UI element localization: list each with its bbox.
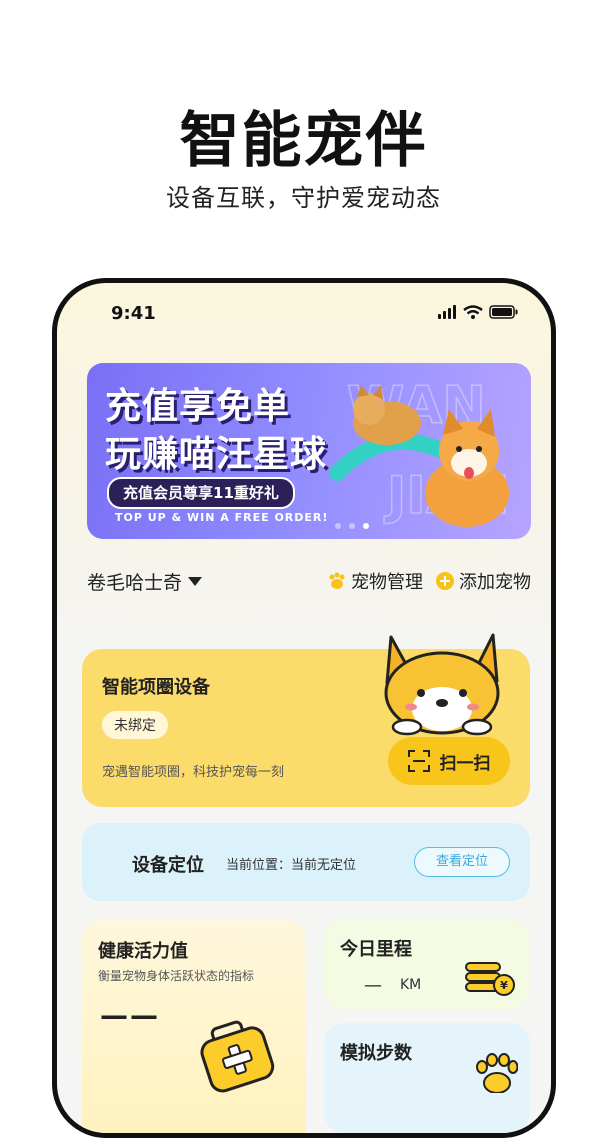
banner-headline-1: 充值享免单 [105,386,291,427]
mileage-unit: KM [400,977,422,993]
simulated-steps-card[interactable]: 模拟步数 [324,1023,530,1133]
add-pet-button[interactable]: 添加宠物 [435,568,531,594]
today-mileage-card[interactable]: 今日里程 — KM ¥ [324,919,530,1009]
collar-card-description: 宠遇智能项圈，科技护宠每一刻 [102,765,285,780]
scan-button[interactable]: 扫一扫 [388,737,510,785]
pet-selector[interactable]: 卷毛哈士奇 [87,568,203,595]
signal-icon [438,305,456,319]
paw-icon [329,572,345,589]
svg-text:¥: ¥ [500,979,508,992]
add-circle-icon [436,572,454,590]
status-icons [437,305,519,319]
status-bar: 9:41 [57,283,551,343]
mileage-value: — [364,975,382,996]
corgi-illustration [384,633,500,736]
current-location-text: 当前位置：当前无定位 [226,858,357,873]
steps-card-title: 模拟步数 [340,1043,412,1064]
phone-frame: 9:41 WAN JIAN [52,278,556,1138]
banner-english: TOP UP & WIN A FREE ORDER! [115,511,329,524]
pet-name: 卷毛哈士奇 [87,572,183,594]
view-location-button[interactable]: 查看定位 [414,847,510,877]
banner-headline-2: 玩赚喵汪星球 [105,434,328,475]
scan-icon [407,750,430,772]
paw-icon [476,1053,518,1093]
pagination-dot[interactable] [335,523,341,529]
first-aid-kit-icon [200,1020,275,1093]
banner-pagination[interactable] [335,523,369,529]
pagination-dot-active[interactable] [363,523,369,529]
banner-pill: 充值会员尊享11重好礼 [107,477,295,509]
coins-icon: ¥ [465,962,515,996]
pet-manage-label: 宠物管理 [351,572,423,593]
health-value: —— [100,999,160,1032]
device-location-card[interactable]: 设备定位 当前位置：当前无定位 查看定位 [82,823,530,901]
pet-manage-button[interactable]: 宠物管理 [327,568,423,594]
health-vitality-card[interactable]: 健康活力值 衡量宠物身体活跃状态的指标 —— [82,919,306,1133]
pagination-dot[interactable] [349,523,355,529]
collar-card-title: 智能项圈设备 [102,677,210,698]
location-card-title: 设备定位 [132,855,204,876]
hero-subtitle: 设备互联，守护爱宠动态 [166,184,441,212]
scan-label: 扫一扫 [439,753,491,774]
status-time: 9:41 [111,303,156,324]
hero-title: 智能宠伴 [179,106,428,176]
pet-row: 卷毛哈士奇 宠物管理 添加宠物 [87,568,531,598]
caret-down-icon [188,577,203,586]
pet-actions: 宠物管理 添加宠物 [327,568,531,594]
mileage-card-title: 今日里程 [340,939,412,960]
battery-icon [489,305,518,319]
health-card-title: 健康活力值 [98,941,188,962]
status-badge: 未绑定 [102,711,168,739]
health-card-description: 衡量宠物身体活跃状态的指标 [98,969,255,983]
wifi-icon [463,305,483,319]
add-pet-label: 添加宠物 [459,572,531,593]
promo-banner[interactable]: WAN JIAN 充值享免单 玩赚喵汪星球 充值会员尊享11重好礼 TOP [87,363,531,539]
